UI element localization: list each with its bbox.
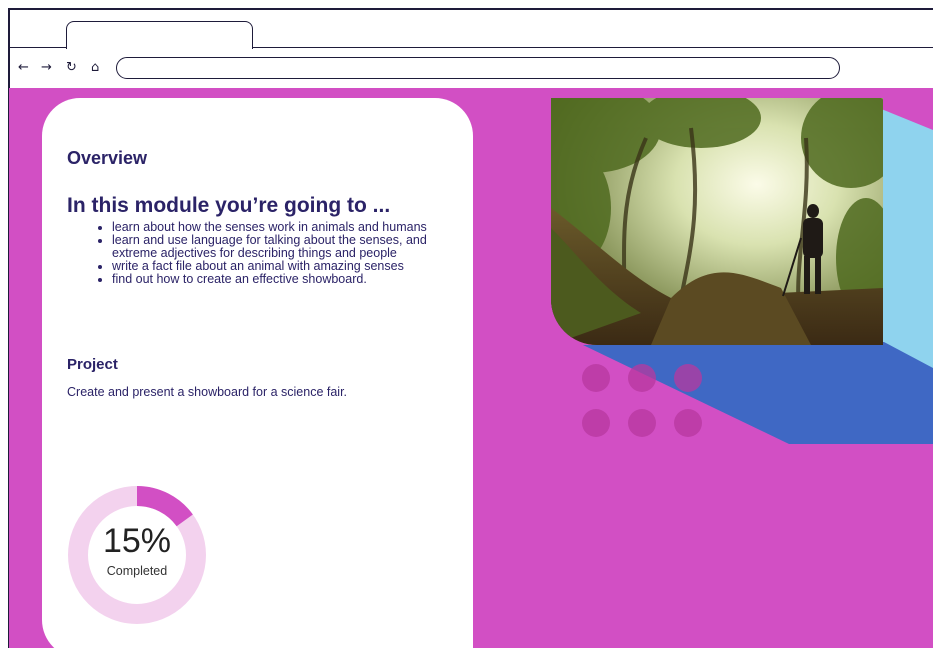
page-viewport: Overview In this module you’re going to … [9, 88, 933, 648]
objectives-list: learn about how the senses work in anima… [90, 221, 472, 286]
browser-tab[interactable] [66, 21, 253, 49]
progress-percent: 15% [102, 522, 172, 560]
list-item: learn and use language for talking about… [112, 234, 472, 260]
project-title: Project [67, 356, 118, 373]
forward-arrow-icon[interactable]: → [41, 58, 52, 78]
home-icon[interactable]: ⌂ [91, 58, 99, 78]
project-description: Create and present a showboard for a sci… [67, 385, 348, 399]
progress-label: Completed [106, 564, 168, 578]
back-arrow-icon[interactable]: ← [18, 58, 29, 78]
list-item: find out how to create an effective show… [112, 273, 472, 286]
module-overview-card: Overview In this module you’re going to … [42, 98, 473, 648]
reload-icon[interactable]: ↻ [66, 58, 77, 78]
progress-ring: 15% Completed [66, 484, 216, 634]
dot-grid [582, 364, 702, 437]
module-heading: In this module you’re going to ... [67, 194, 391, 217]
overview-title: Overview [67, 148, 148, 168]
hiker-forest-photo [551, 98, 883, 345]
address-bar[interactable] [116, 57, 840, 79]
